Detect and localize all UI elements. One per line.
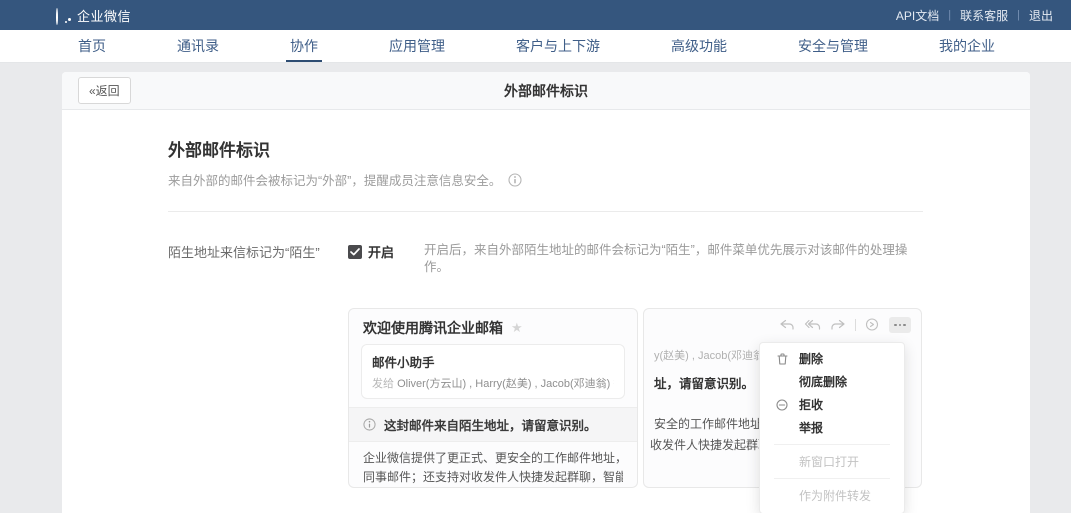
email-sender-box: 邮件小助手 发给 Oliver(方云山) , Harry(赵美) , Jacob… xyxy=(361,344,625,399)
page-title: 外部邮件标识 xyxy=(62,81,1030,101)
nav-item-collaboration[interactable]: 协作 xyxy=(284,30,324,62)
menu-item-label: 删除 xyxy=(799,350,823,367)
email-context-menu: 删除 彻底删除 拒收 举报 xyxy=(759,342,905,513)
menu-item-report: 举报 xyxy=(760,416,904,439)
menu-item-label: 举报 xyxy=(799,419,823,436)
email-toolbar xyxy=(779,317,911,333)
email-subject: 欢迎使用腾讯企业邮箱 xyxy=(363,318,503,338)
trash-icon xyxy=(774,353,790,365)
toolbar-separator xyxy=(855,319,856,331)
email-body-line: 同事邮件；还支持对收发件人快捷发起群聊，智能分类邮件 xyxy=(363,468,623,487)
email-subject-row: 欢迎使用腾讯企业邮箱 ★ xyxy=(349,309,637,344)
email-body-line: 更高效协同 xyxy=(363,487,623,488)
nav-item-contacts[interactable]: 通讯录 xyxy=(171,30,225,62)
stranger-notice-banner: 这封邮件来自陌生地址，请留意识别。 xyxy=(349,407,637,442)
menu-item-label: 作为附件转发 xyxy=(799,487,871,504)
bg-text-fragment: 址，请留意识别。 xyxy=(654,373,754,392)
menu-item-forward-as-attachment: 作为附件转发 xyxy=(760,484,904,507)
recipients-names: Oliver(方云山) , Harry(赵美) , Jacob(邓迪翁) xyxy=(397,378,610,390)
nav-item-my-company[interactable]: 我的企业 xyxy=(933,30,1001,62)
recipients-suffix: 等 共5人 xyxy=(613,378,614,390)
menu-item-open-new-window: 新窗口打开 xyxy=(760,450,904,473)
brand-name: 企业微信 xyxy=(77,6,131,25)
email-sender: 邮件小助手 xyxy=(372,352,614,371)
stranger-mark-setting-row: 陌生地址来信标记为“陌生” 开启 开启后，来自外部陌生地址的邮件会标记为“陌生”… xyxy=(168,242,923,276)
star-icon: ★ xyxy=(511,320,523,336)
section-subtitle: 来自外部的邮件会被标记为“外部”，提醒成员注意信息安全。 xyxy=(168,170,923,189)
email-body: 企业微信提供了更正式、更安全的工作邮件地址，可以方便 同事邮件；还支持对收发件人… xyxy=(349,442,637,488)
section-title: 外部邮件标识 xyxy=(168,136,923,161)
panel-content: 外部邮件标识 来自外部的邮件会被标记为“外部”，提醒成员注意信息安全。 陌生地址… xyxy=(62,110,1030,488)
api-docs-link[interactable]: API文档 xyxy=(896,7,939,24)
preview-cards: 欢迎使用腾讯企业邮箱 ★ 邮件小助手 发给 Oliver(方云山) , Harr… xyxy=(348,308,923,488)
notice-text: 这封邮件来自陌生地址，请留意识别。 xyxy=(384,415,597,434)
separator: | xyxy=(948,9,951,21)
setting-label: 陌生地址来信标记为“陌生” xyxy=(168,242,348,261)
nav-item-security[interactable]: 安全与管理 xyxy=(792,30,874,62)
nav-item-app-management[interactable]: 应用管理 xyxy=(383,30,451,62)
checkbox-checked-icon[interactable] xyxy=(348,245,362,259)
nav-item-home[interactable]: 首页 xyxy=(72,30,112,62)
back-button[interactable]: «返回 xyxy=(78,77,131,104)
main-nav: 首页 通讯录 协作 应用管理 客户与上下游 高级功能 安全与管理 我的企业 xyxy=(0,30,1071,63)
menu-item-label: 拒收 xyxy=(799,396,823,413)
section-subtitle-text: 来自外部的邮件会被标记为“外部”，提醒成员注意信息安全。 xyxy=(168,170,501,189)
settings-panel: «返回 外部邮件标识 外部邮件标识 来自外部的邮件会被标记为“外部”，提醒成员注… xyxy=(62,72,1030,513)
enable-checkbox[interactable]: 开启 xyxy=(348,242,394,261)
menu-item-delete: 删除 xyxy=(760,347,904,370)
menu-item-label: 新窗口打开 xyxy=(799,453,859,470)
menu-divider xyxy=(774,444,890,445)
setting-description: 开启后，来自外部陌生地址的邮件会标记为“陌生”，邮件菜单优先展示对该邮件的处理操… xyxy=(424,242,923,276)
reply-icon xyxy=(779,319,795,331)
menu-divider xyxy=(774,478,890,479)
nav-item-customers[interactable]: 客户与上下游 xyxy=(510,30,606,62)
email-menu-preview-card: y(赵美) , Jacob(邓迪翁) 等 共 址，请留意识别。 安全的工作邮件地… xyxy=(643,308,922,488)
menu-item-delete-forever: 彻底删除 xyxy=(760,370,904,393)
contact-support-link[interactable]: 联系客服 xyxy=(960,7,1008,24)
reply-all-icon xyxy=(804,319,821,331)
info-icon[interactable] xyxy=(508,173,522,187)
wework-logo-icon xyxy=(56,9,72,22)
menu-item-reject: 拒收 xyxy=(760,393,904,416)
more-actions-icon xyxy=(889,317,911,333)
brand: 企业微信 xyxy=(56,6,131,25)
recipients-prefix: 发给 xyxy=(372,378,394,390)
nav-item-advanced[interactable]: 高级功能 xyxy=(665,30,733,62)
email-body-line: 企业微信提供了更正式、更安全的工作邮件地址，可以方便 xyxy=(363,449,623,468)
notice-info-icon xyxy=(363,418,376,431)
block-icon xyxy=(774,399,790,411)
email-preview-card: 欢迎使用腾讯企业邮箱 ★ 邮件小助手 发给 Oliver(方云山) , Harr… xyxy=(348,308,638,488)
divider xyxy=(168,211,923,212)
logout-link[interactable]: 退出 xyxy=(1029,7,1053,24)
menu-item-label: 彻底删除 xyxy=(799,373,847,390)
separator: | xyxy=(1017,9,1020,21)
topbar: 企业微信 API文档 | 联系客服 | 退出 xyxy=(0,0,1071,30)
forward-icon xyxy=(830,319,846,331)
checkbox-label: 开启 xyxy=(368,242,394,261)
email-recipients: 发给 Oliver(方云山) , Harry(赵美) , Jacob(邓迪翁) … xyxy=(372,375,614,391)
chat-bubble-icon xyxy=(865,318,880,332)
panel-header: «返回 外部邮件标识 xyxy=(62,72,1030,110)
topbar-links: API文档 | 联系客服 | 退出 xyxy=(896,7,1053,24)
